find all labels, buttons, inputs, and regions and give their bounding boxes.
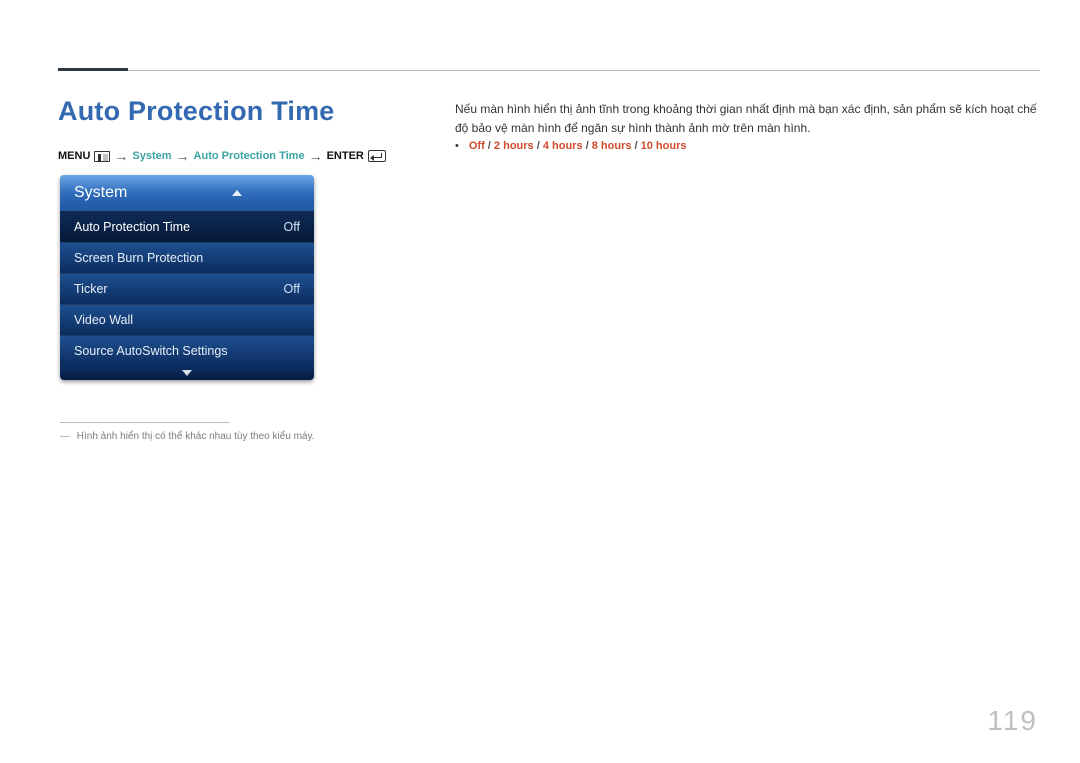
page-root: Auto Protection Time MENU → System → Aut… [0, 0, 1080, 763]
menu-item-value: Off [284, 220, 300, 234]
menu-item-value: Off [284, 282, 300, 296]
osd-menu-footer [60, 366, 314, 380]
option-sep: / [534, 140, 543, 152]
arrow-right-icon: → [176, 149, 190, 163]
menu-item-label: Screen Burn Protection [74, 251, 203, 265]
menu-item-label: Source AutoSwitch Settings [74, 344, 228, 358]
breadcrumb-item: Auto Protection Time [194, 151, 305, 162]
page-number: 119 [987, 705, 1038, 737]
footnote-rule [60, 422, 230, 423]
option-2h: 2 hours [494, 140, 534, 152]
breadcrumb-menu-label: MENU [58, 151, 90, 162]
option-4h: 4 hours [543, 140, 583, 152]
footnote: ― Hình ảnh hiển thị có thể khác nhau tùy… [60, 431, 315, 442]
section-accent [58, 68, 128, 71]
menu-item-label: Ticker [74, 282, 108, 296]
menu-item-label: Auto Protection Time [74, 220, 190, 234]
options-line: • Off / 2 hours / 4 hours / 8 hours / 10… [455, 140, 687, 152]
footnote-dash-icon: ― [60, 431, 70, 442]
option-off: Off [469, 140, 485, 152]
option-sep: / [631, 140, 640, 152]
option-8h: 8 hours [592, 140, 632, 152]
page-title: Auto Protection Time [58, 96, 335, 127]
osd-menu-item-video-wall[interactable]: Video Wall [60, 304, 314, 335]
bullet-icon: • [455, 140, 459, 152]
option-10h: 10 hours [641, 140, 687, 152]
chevron-up-icon[interactable] [232, 190, 242, 196]
top-rule [58, 70, 1040, 71]
breadcrumb-enter-label: ENTER [327, 151, 364, 162]
description-text: Nếu màn hình hiển thị ảnh tĩnh trong kho… [455, 100, 1038, 137]
osd-menu-panel: System Auto Protection Time Off Screen B… [60, 175, 314, 380]
osd-menu-header: System [60, 175, 314, 211]
osd-menu-item-ticker[interactable]: Ticker Off [60, 273, 314, 304]
osd-menu-item-auto-protection[interactable]: Auto Protection Time Off [60, 211, 314, 242]
option-sep: / [485, 140, 494, 152]
chevron-down-icon[interactable] [182, 370, 192, 376]
enter-icon [368, 150, 386, 162]
option-sep: / [583, 140, 592, 152]
arrow-right-icon: → [309, 149, 323, 163]
osd-menu-item-screen-burn[interactable]: Screen Burn Protection [60, 242, 314, 273]
osd-menu-item-source-autoswitch[interactable]: Source AutoSwitch Settings [60, 335, 314, 366]
breadcrumb: MENU → System → Auto Protection Time → E… [58, 149, 386, 163]
breadcrumb-system: System [132, 151, 171, 162]
footnote-text: Hình ảnh hiển thị có thể khác nhau tùy t… [77, 431, 315, 442]
arrow-right-icon: → [114, 149, 128, 163]
menu-icon [94, 151, 110, 162]
osd-menu-title: System [74, 184, 127, 202]
menu-item-label: Video Wall [74, 313, 133, 327]
options-values: Off / 2 hours / 4 hours / 8 hours / 10 h… [469, 140, 687, 152]
